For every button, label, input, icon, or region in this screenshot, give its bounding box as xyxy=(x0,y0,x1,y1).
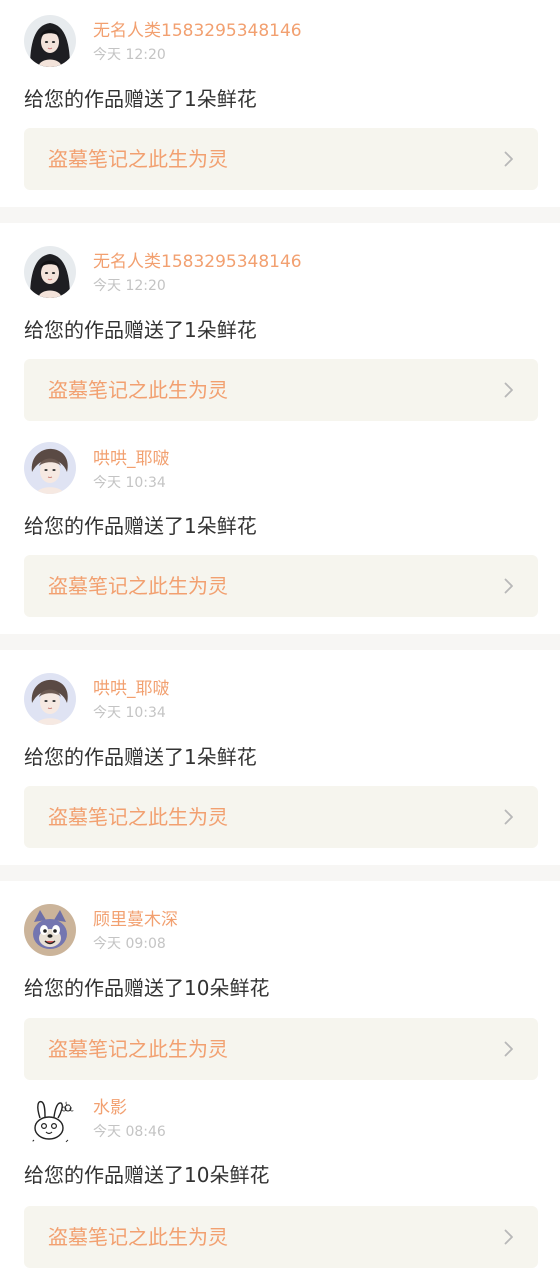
work-link-button[interactable]: 盗墓笔记之此生为灵 xyxy=(24,786,538,848)
user-avatar[interactable] xyxy=(24,246,76,298)
section-separator xyxy=(0,207,560,223)
user-avatar[interactable] xyxy=(24,904,76,956)
doodle-bunny-avatar xyxy=(24,1096,76,1148)
notification-item: 水影 今天 08:46 给您的作品赠送了10朵鲜花 盗墓笔记之此生为灵 xyxy=(0,1087,560,1280)
gift-message: 给您的作品赠送了10朵鲜花 xyxy=(24,1163,270,1187)
user-avatar[interactable] xyxy=(24,15,76,67)
user-avatar[interactable] xyxy=(24,673,76,725)
gift-message: 给您的作品赠送了1朵鲜花 xyxy=(24,514,257,538)
chevron-right-icon xyxy=(504,578,513,594)
work-title: 盗墓笔记之此生为灵 xyxy=(48,378,228,402)
notification-item: 无名人类1583295348146 今天 12:20 给您的作品赠送了1朵鲜花 … xyxy=(0,0,560,207)
gift-message: 给您的作品赠送了1朵鲜花 xyxy=(24,745,257,769)
timestamp: 今天 12:20 xyxy=(93,278,166,294)
user-avatar[interactable] xyxy=(24,1096,76,1148)
work-title: 盗墓笔记之此生为灵 xyxy=(48,574,228,598)
notification-item: 哄哄_耶啵 今天 10:34 给您的作品赠送了1朵鲜花 盗墓笔记之此生为灵 xyxy=(0,428,560,634)
illustrated-boy-avatar xyxy=(24,673,76,725)
dark-haired-girl-avatar xyxy=(24,246,76,298)
timestamp: 今天 10:34 xyxy=(93,475,166,491)
chevron-right-icon xyxy=(504,151,513,167)
username[interactable]: 无名人类1583295348146 xyxy=(93,21,302,41)
section-separator xyxy=(0,634,560,650)
username[interactable]: 哄哄_耶啵 xyxy=(93,679,170,699)
gift-notification-list: 无名人类1583295348146 今天 12:20 给您的作品赠送了1朵鲜花 … xyxy=(0,0,560,1280)
chevron-right-icon xyxy=(504,382,513,398)
illustrated-boy-avatar xyxy=(24,442,76,494)
timestamp: 今天 12:20 xyxy=(93,47,166,63)
work-link-button[interactable]: 盗墓笔记之此生为灵 xyxy=(24,1018,538,1080)
section-separator xyxy=(0,865,560,881)
username[interactable]: 顾里蔓木深 xyxy=(93,910,178,930)
username[interactable]: 哄哄_耶啵 xyxy=(93,449,170,469)
work-title: 盗墓笔记之此生为灵 xyxy=(48,147,228,171)
work-link-button[interactable]: 盗墓笔记之此生为灵 xyxy=(24,555,538,617)
work-link-button[interactable]: 盗墓笔记之此生为灵 xyxy=(24,128,538,190)
timestamp: 今天 10:34 xyxy=(93,705,166,721)
gift-message: 给您的作品赠送了10朵鲜花 xyxy=(24,976,270,1000)
chevron-right-icon xyxy=(504,1229,513,1245)
gift-message: 给您的作品赠送了1朵鲜花 xyxy=(24,318,257,342)
work-link-button[interactable]: 盗墓笔记之此生为灵 xyxy=(24,359,538,421)
timestamp: 今天 08:46 xyxy=(93,1124,166,1140)
work-title: 盗墓笔记之此生为灵 xyxy=(48,805,228,829)
username[interactable]: 无名人类1583295348146 xyxy=(93,252,302,272)
notification-item: 无名人类1583295348146 今天 12:20 给您的作品赠送了1朵鲜花 … xyxy=(0,223,560,428)
work-link-button[interactable]: 盗墓笔记之此生为灵 xyxy=(24,1206,538,1268)
cartoon-cat-avatar xyxy=(24,904,76,956)
notification-item: 哄哄_耶啵 今天 10:34 给您的作品赠送了1朵鲜花 盗墓笔记之此生为灵 xyxy=(0,650,560,865)
timestamp: 今天 09:08 xyxy=(93,936,166,952)
chevron-right-icon xyxy=(504,809,513,825)
user-avatar[interactable] xyxy=(24,442,76,494)
chevron-right-icon xyxy=(504,1041,513,1057)
work-title: 盗墓笔记之此生为灵 xyxy=(48,1037,228,1061)
gift-message: 给您的作品赠送了1朵鲜花 xyxy=(24,87,257,111)
notification-item: 顾里蔓木深 今天 09:08 给您的作品赠送了10朵鲜花 盗墓笔记之此生为灵 xyxy=(0,881,560,1087)
work-title: 盗墓笔记之此生为灵 xyxy=(48,1225,228,1249)
username[interactable]: 水影 xyxy=(93,1098,127,1118)
dark-haired-girl-avatar xyxy=(24,15,76,67)
